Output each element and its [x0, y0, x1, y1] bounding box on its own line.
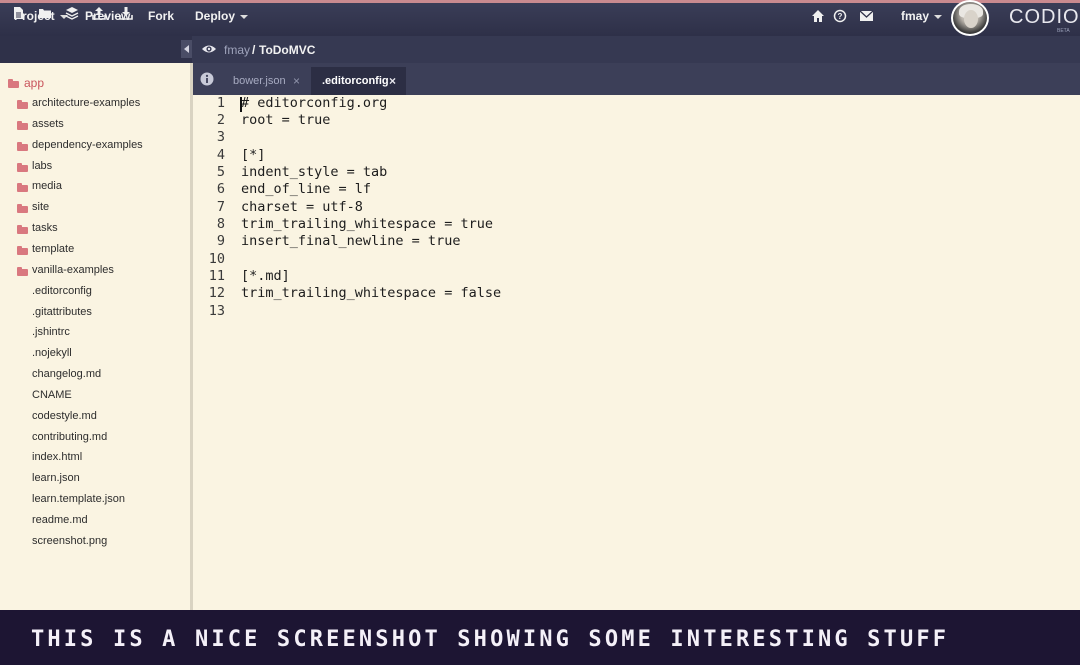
tree-file[interactable]: .editorconfig	[32, 285, 92, 305]
help-icon[interactable]: ?	[833, 9, 847, 23]
folder-icon	[17, 246, 28, 255]
code-line[interactable]: # editorconfig.org	[241, 95, 387, 111]
brand-logo: CODIO	[1009, 6, 1080, 28]
folder-icon	[17, 142, 28, 151]
folder-icon	[17, 204, 28, 213]
close-icon[interactable]: ×	[389, 74, 396, 88]
tree-folder-label: media	[32, 180, 62, 192]
tree-folder-label: labs	[32, 160, 53, 172]
chevron-down-icon	[240, 14, 249, 19]
text-cursor	[240, 97, 242, 112]
close-icon[interactable]: ×	[293, 74, 300, 88]
line-number: 9	[216, 233, 225, 249]
tab-bower-json[interactable]: bower.json ×	[222, 67, 310, 95]
line-number: 3	[216, 129, 225, 145]
layers-icon[interactable]	[65, 6, 79, 20]
download-icon[interactable]	[119, 6, 133, 20]
user-menu[interactable]: fmay	[901, 9, 943, 23]
new-file-icon[interactable]	[11, 6, 25, 20]
tree-file[interactable]: readme.md	[32, 514, 88, 534]
code-line[interactable]: insert_final_newline = true	[241, 233, 460, 249]
tree-file[interactable]: learn.template.json	[32, 493, 125, 513]
tree-file[interactable]: .nojekyll	[32, 347, 72, 367]
line-number: 11	[208, 268, 225, 284]
svg-text:?: ?	[838, 12, 843, 21]
code-line[interactable]: root = true	[241, 112, 330, 128]
code-line[interactable]: indent_style = tab	[241, 164, 387, 180]
tree-folder-label: assets	[32, 118, 64, 130]
line-number: 10	[208, 251, 225, 267]
sidebar-toolbar	[0, 36, 192, 63]
folder-icon	[17, 100, 28, 109]
folder-icon	[17, 163, 28, 172]
avatar[interactable]	[951, 0, 989, 36]
folder-icon	[17, 267, 28, 276]
code-line[interactable]: end_of_line = lf	[241, 181, 371, 197]
menu-deploy-label: Deploy	[195, 9, 236, 23]
upload-icon[interactable]	[92, 6, 106, 20]
chevron-down-icon	[934, 14, 943, 19]
new-folder-icon[interactable]	[38, 6, 52, 20]
tree-folder-label: template	[32, 243, 75, 255]
code-line[interactable]: trim_trailing_whitespace = false	[241, 285, 501, 301]
line-number: 1	[216, 95, 225, 111]
breadcrumb-project[interactable]: ToDoMVC	[259, 43, 315, 57]
tree-folder-label: vanilla-examples	[32, 264, 114, 276]
tree-file[interactable]: codestyle.md	[32, 410, 97, 430]
tree-file[interactable]: index.html	[32, 451, 82, 471]
line-number: 2	[216, 112, 225, 128]
tree-folder-label: dependency-examples	[32, 139, 143, 151]
tree-file[interactable]: .jshintrc	[32, 326, 70, 346]
code-line[interactable]: [*]	[241, 147, 265, 163]
line-number: 13	[208, 303, 225, 319]
tab-editorconfig[interactable]: .editorconfig ×	[311, 67, 406, 95]
caption-text: THIS IS A NICE SCREENSHOT SHOWING SOME I…	[31, 627, 950, 652]
mail-icon[interactable]	[859, 9, 874, 23]
tab-label: bower.json	[233, 75, 286, 87]
menu-deploy[interactable]: Deploy	[195, 9, 249, 23]
folder-open-icon	[8, 79, 19, 88]
tree-file[interactable]: learn.json	[32, 472, 80, 492]
tree-file[interactable]: screenshot.png	[32, 535, 107, 555]
tab-label: .editorconfig	[322, 75, 389, 87]
folder-icon	[17, 225, 28, 234]
tree-file[interactable]: CNAME	[32, 389, 72, 409]
collapse-sidebar-button[interactable]	[181, 40, 192, 58]
code-line[interactable]: charset = utf-8	[241, 199, 363, 215]
folder-icon	[17, 121, 28, 130]
line-number: 12	[208, 285, 225, 301]
code-line[interactable]: trim_trailing_whitespace = true	[241, 216, 493, 232]
code-line[interactable]: [*.md]	[241, 268, 290, 284]
line-number: 4	[216, 147, 225, 163]
info-icon[interactable]	[194, 67, 220, 93]
tree-file[interactable]: contributing.md	[32, 431, 107, 451]
breadcrumb-separator: /	[252, 43, 256, 57]
line-number: 6	[216, 181, 225, 197]
line-number: 5	[216, 164, 225, 180]
breadcrumb-user[interactable]: fmay	[224, 43, 250, 57]
brand-beta-tag: BETA	[1057, 28, 1070, 34]
folder-icon	[17, 183, 28, 192]
eye-icon[interactable]	[201, 42, 217, 56]
tree-folder-label: architecture-examples	[32, 97, 141, 109]
tree-folder-label: site	[32, 201, 50, 213]
tree-file[interactable]: changelog.md	[32, 368, 101, 388]
line-number: 7	[216, 199, 225, 215]
menu-fork[interactable]: Fork	[148, 9, 174, 23]
line-number: 8	[216, 216, 225, 232]
tree-folder-label: tasks	[32, 222, 58, 234]
breadcrumb	[192, 36, 1080, 63]
home-icon[interactable]	[811, 9, 825, 23]
user-name-label: fmay	[901, 9, 930, 23]
tree-file[interactable]: .gitattributes	[32, 306, 92, 326]
tree-root-label: app	[24, 76, 45, 90]
